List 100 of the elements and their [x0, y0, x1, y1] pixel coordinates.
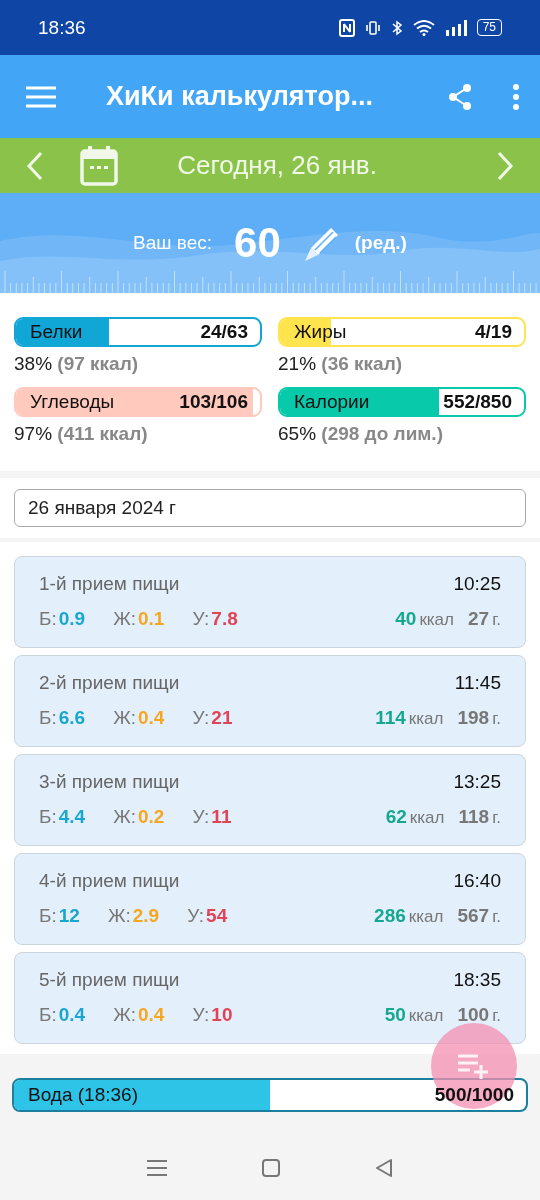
calendar-button[interactable]	[80, 145, 118, 186]
nutrient-amount: 4/19	[475, 321, 512, 343]
nutrient-name: Углеводы	[30, 391, 116, 413]
nutrient-value: 6.6	[58, 707, 86, 729]
grams-unit: г.	[492, 1006, 501, 1026]
calories-unit: ккал	[408, 1006, 444, 1026]
meal-title: 1-й прием пищи	[39, 573, 181, 595]
back-icon[interactable]	[374, 1157, 393, 1178]
meal-card[interactable]: 1-й прием пищи 10:25 Б:0.9 Ж:0.1 У:7.8 40 ккал 27 г.	[14, 556, 526, 648]
meal-time: 11:45	[454, 672, 501, 694]
nutrient-summary: 97% (411 ккал)	[14, 423, 149, 445]
calories-unit: ккал	[408, 907, 444, 927]
signal-icon	[444, 19, 467, 36]
nutrient-label: У:	[192, 707, 210, 729]
nutrient-label: Ж:	[113, 608, 136, 630]
grams-unit: г.	[492, 709, 501, 729]
weight-grams: 27	[468, 608, 490, 630]
calories-value: 286	[374, 905, 406, 927]
next-day-button[interactable]	[496, 150, 514, 181]
grams-unit: г.	[492, 907, 501, 927]
nutrient-amount: 103/106	[179, 391, 248, 413]
nutrient-amount: 24/63	[200, 321, 248, 343]
nutrient-label: Б:	[39, 707, 57, 729]
grams-unit: г.	[492, 808, 501, 828]
bluetooth-icon	[390, 19, 403, 36]
weight-grams: 567	[457, 905, 490, 927]
nutrient-label: Ж:	[113, 707, 136, 729]
meal-card[interactable]: 4-й прием пищи 16:40 Б:12 Ж:2.9 У:54 286 ккал 567 г.	[14, 853, 526, 945]
nutrient-label: У:	[192, 1004, 210, 1026]
nutrient-value: 7.8	[211, 608, 238, 630]
meal-card[interactable]: 3-й прием пищи 13:25 Б:4.4 Ж:0.2 У:11 62 ккал 118 г.	[14, 754, 526, 846]
nutrient-label: Ж:	[113, 1004, 136, 1026]
nutrient-amount: 552/850	[443, 391, 512, 413]
meal-time: 10:25	[453, 573, 501, 595]
meal-title: 5-й прием пищи	[39, 969, 181, 991]
meal-time: 16:40	[453, 870, 501, 892]
meal-title: 3-й прием пищи	[39, 771, 181, 793]
nutrient-summary: 38% (97 ккал)	[14, 353, 140, 375]
status-time: 18:36	[38, 16, 86, 39]
nutrient-value: 0.1	[138, 608, 165, 630]
battery-indicator: 75	[476, 19, 502, 36]
nutrient-value: 11	[211, 806, 232, 828]
share-button[interactable]	[448, 83, 472, 110]
calories-unit: ккал	[419, 610, 454, 630]
nutrient-value: 0.4	[138, 1004, 165, 1026]
calories-value: 50	[384, 1004, 406, 1026]
nutrient-label: Ж:	[107, 905, 131, 927]
nutrient-value: 12	[58, 905, 80, 927]
water-label: Вода (18:36)	[28, 1084, 139, 1106]
recent-apps-icon[interactable]	[147, 1158, 168, 1177]
nutrient-value: 54	[206, 905, 228, 927]
weight-value: 60	[234, 219, 281, 267]
nfc-icon	[338, 18, 355, 37]
calories-value: 62	[385, 806, 407, 828]
calories-unit: ккал	[408, 709, 444, 729]
water-progress-bar[interactable]: Вода (18:36) 500/1000	[12, 1078, 528, 1112]
nutrient-name: Белки	[30, 321, 84, 343]
weight-grams: 118	[458, 806, 490, 828]
weight-grams: 100	[457, 1004, 490, 1026]
vibrate-icon	[364, 19, 381, 36]
nutrient-summary: 65% (298 до лим.)	[278, 423, 444, 445]
more-options-button[interactable]	[512, 83, 520, 110]
nutrient-value: 0.4	[58, 1004, 86, 1026]
nutrient-value: 0.9	[58, 608, 86, 630]
nutrient-value: 2.9	[132, 905, 160, 927]
meal-title: 2-й прием пищи	[39, 672, 181, 694]
home-icon[interactable]	[262, 1158, 280, 1177]
date-label: Сегодня, 26 янв.	[176, 150, 378, 181]
calories-value: 114	[375, 707, 406, 729]
nutrient-label: Б:	[39, 1004, 57, 1026]
wifi-icon	[412, 19, 435, 36]
grams-unit: г.	[492, 610, 501, 630]
nutrient-label: Б:	[39, 905, 57, 927]
previous-day-button[interactable]	[26, 150, 44, 181]
nutrient-label: Б:	[39, 806, 57, 828]
calories-unit: ккал	[409, 808, 445, 828]
meal-title: 4-й прием пищи	[39, 870, 181, 892]
nutrient-value: 4.4	[58, 806, 86, 828]
calories-value: 40	[395, 608, 417, 630]
playlist-add-icon	[458, 1053, 490, 1079]
meal-card[interactable]: 2-й прием пищи 11:45 Б:6.6 Ж:0.4 У:21 114 ккал 198 г.	[14, 655, 526, 747]
nutrient-label: Б:	[39, 608, 57, 630]
meal-time: 13:25	[453, 771, 501, 793]
weight-grams: 198	[457, 707, 490, 729]
nutrient-value: 0.4	[138, 707, 165, 729]
nutrient-summary: 21% (36 ккал)	[278, 353, 404, 375]
nutrient-label: У:	[187, 905, 205, 927]
weight-label: Ваш вес:	[133, 232, 213, 254]
nutrient-value: 21	[211, 707, 233, 729]
nutrient-value: 10	[211, 1004, 233, 1026]
meal-card[interactable]: 5-й прием пищи 18:35 Б:0.4 Ж:0.4 У:10 50 ккал 100 г.	[14, 952, 526, 1044]
date-field[interactable]: 26 января 2024 г	[14, 489, 526, 527]
water-amount: 500/1000	[434, 1084, 514, 1106]
meal-time: 18:35	[453, 969, 501, 991]
app-title: ХиКи калькулятор...	[106, 81, 374, 112]
nutrient-label: Ж:	[113, 806, 136, 828]
nutrient-label: У:	[192, 608, 210, 630]
menu-button[interactable]	[26, 85, 56, 108]
nutrient-label: У:	[192, 806, 210, 828]
nutrient-value: 0.2	[138, 806, 165, 828]
